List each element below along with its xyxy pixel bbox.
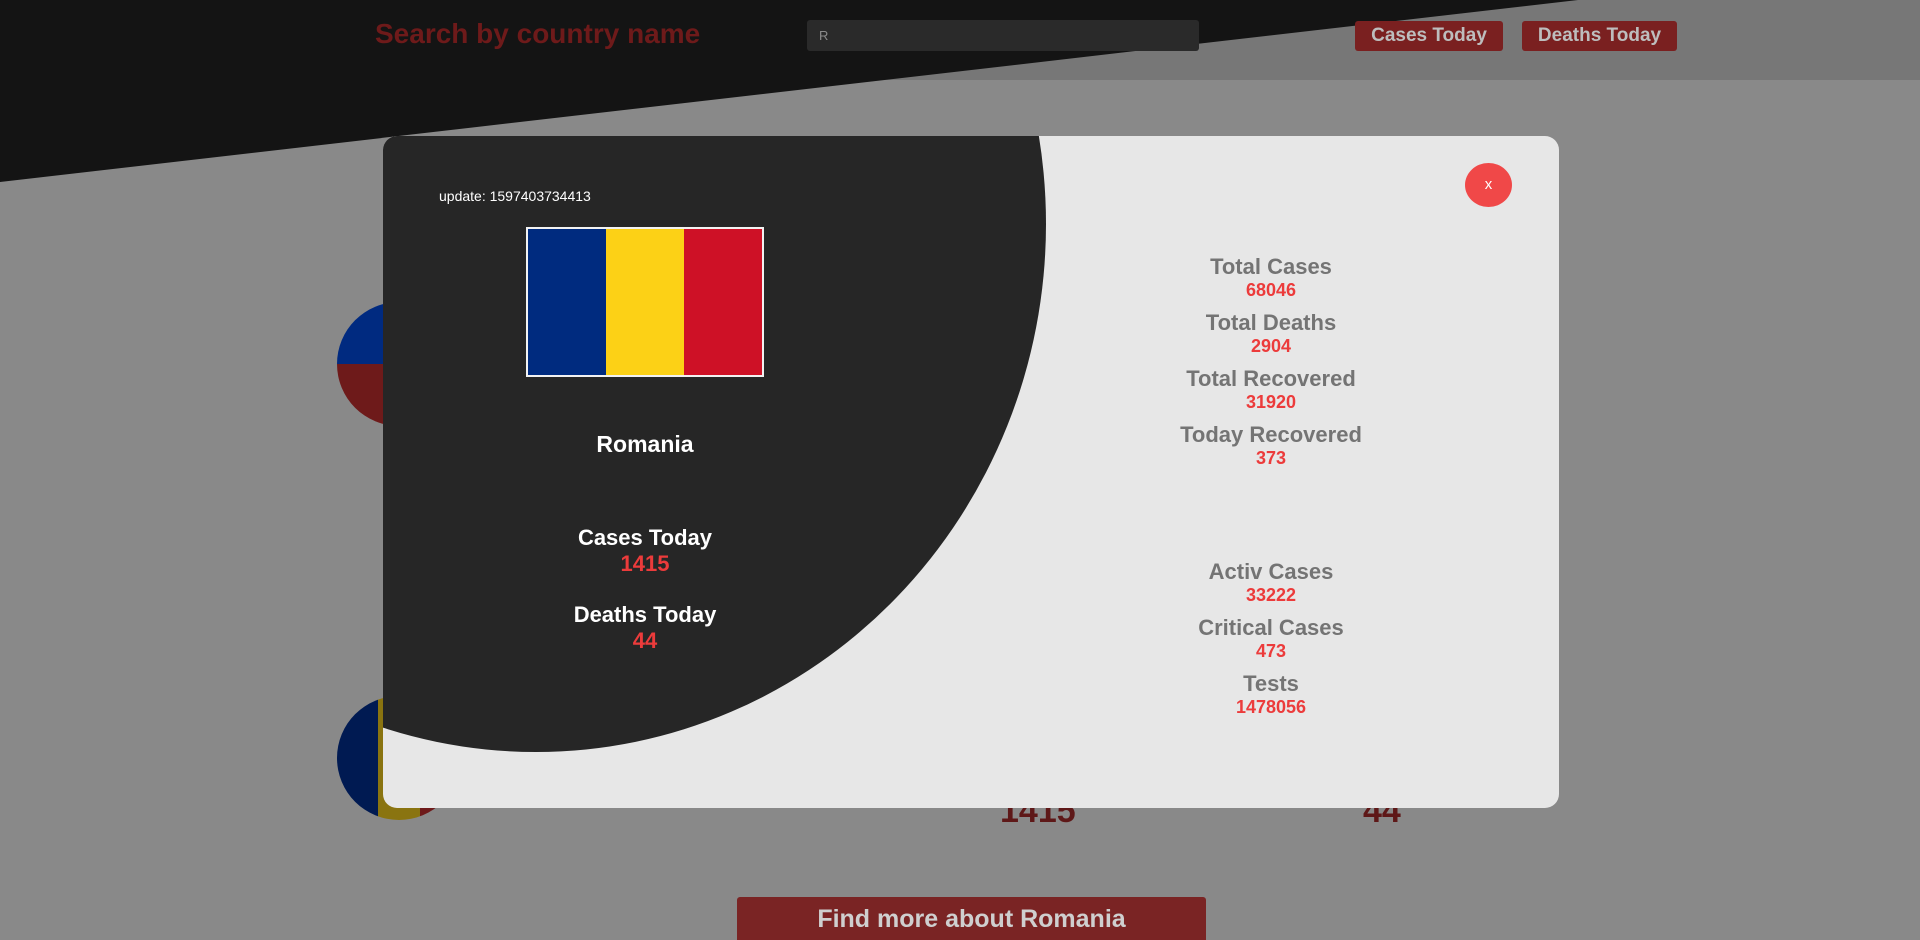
country-name: Romania [596,431,694,457]
stat-label: Activ Cases [1208,559,1334,584]
stat-value: 33222 [1245,585,1297,605]
stat-value: 44 [632,628,658,653]
stat-value: 1478056 [1235,697,1307,717]
stat-label: Deaths Today [573,602,717,627]
stat-tests: Tests 1478056 [1103,670,1439,717]
stat-label: Tests [1243,671,1299,696]
search-title: Search by country name [375,18,701,49]
deaths-today-button[interactable]: Deaths Today [1522,21,1677,51]
flag-stripe [337,696,379,820]
stat-label: Cases Today [577,525,713,550]
stat-label: Today Recovered [1180,422,1362,447]
update-value: 1597403734413 [489,188,591,204]
country-flag [526,227,764,377]
stat-deaths-today: Deaths Today 44 [493,602,797,654]
cases-today-button[interactable]: Cases Today [1355,21,1503,51]
stat-value: 1415 [620,551,670,576]
stat-value: 373 [1255,448,1287,468]
flag-stripe-yellow [606,229,684,375]
stat-active-cases: Activ Cases 33222 [1103,558,1439,605]
update-timestamp: update: 1597403734413 [439,188,591,204]
stat-label: Total Deaths [1205,310,1337,335]
flag-stripe-blue [528,229,606,375]
flag-stripe-red [684,229,762,375]
stat-cases-today: Cases Today 1415 [493,525,797,577]
update-label: update: [439,188,486,204]
close-button[interactable]: x [1465,163,1512,207]
country-detail-modal: update: 1597403734413 Romania Cases Toda… [383,136,1559,808]
stat-value: 68046 [1245,280,1297,300]
stat-total-cases: Total Cases 68046 [1103,253,1439,300]
stat-label: Total Recovered [1186,366,1356,391]
stat-value: 2904 [1250,336,1292,356]
stat-value: 31920 [1245,392,1297,412]
stat-label: Critical Cases [1198,615,1344,640]
stat-label: Total Cases [1210,254,1332,279]
stat-value: 473 [1255,641,1287,661]
search-input[interactable] [807,20,1199,51]
stat-total-deaths: Total Deaths 2904 [1103,309,1439,356]
find-more-button[interactable]: Find more about Romania [737,897,1206,940]
stat-total-recovered: Total Recovered 31920 [1103,365,1439,412]
stat-today-recovered: Today Recovered 373 [1103,421,1439,468]
stat-critical-cases: Critical Cases 473 [1103,614,1439,661]
